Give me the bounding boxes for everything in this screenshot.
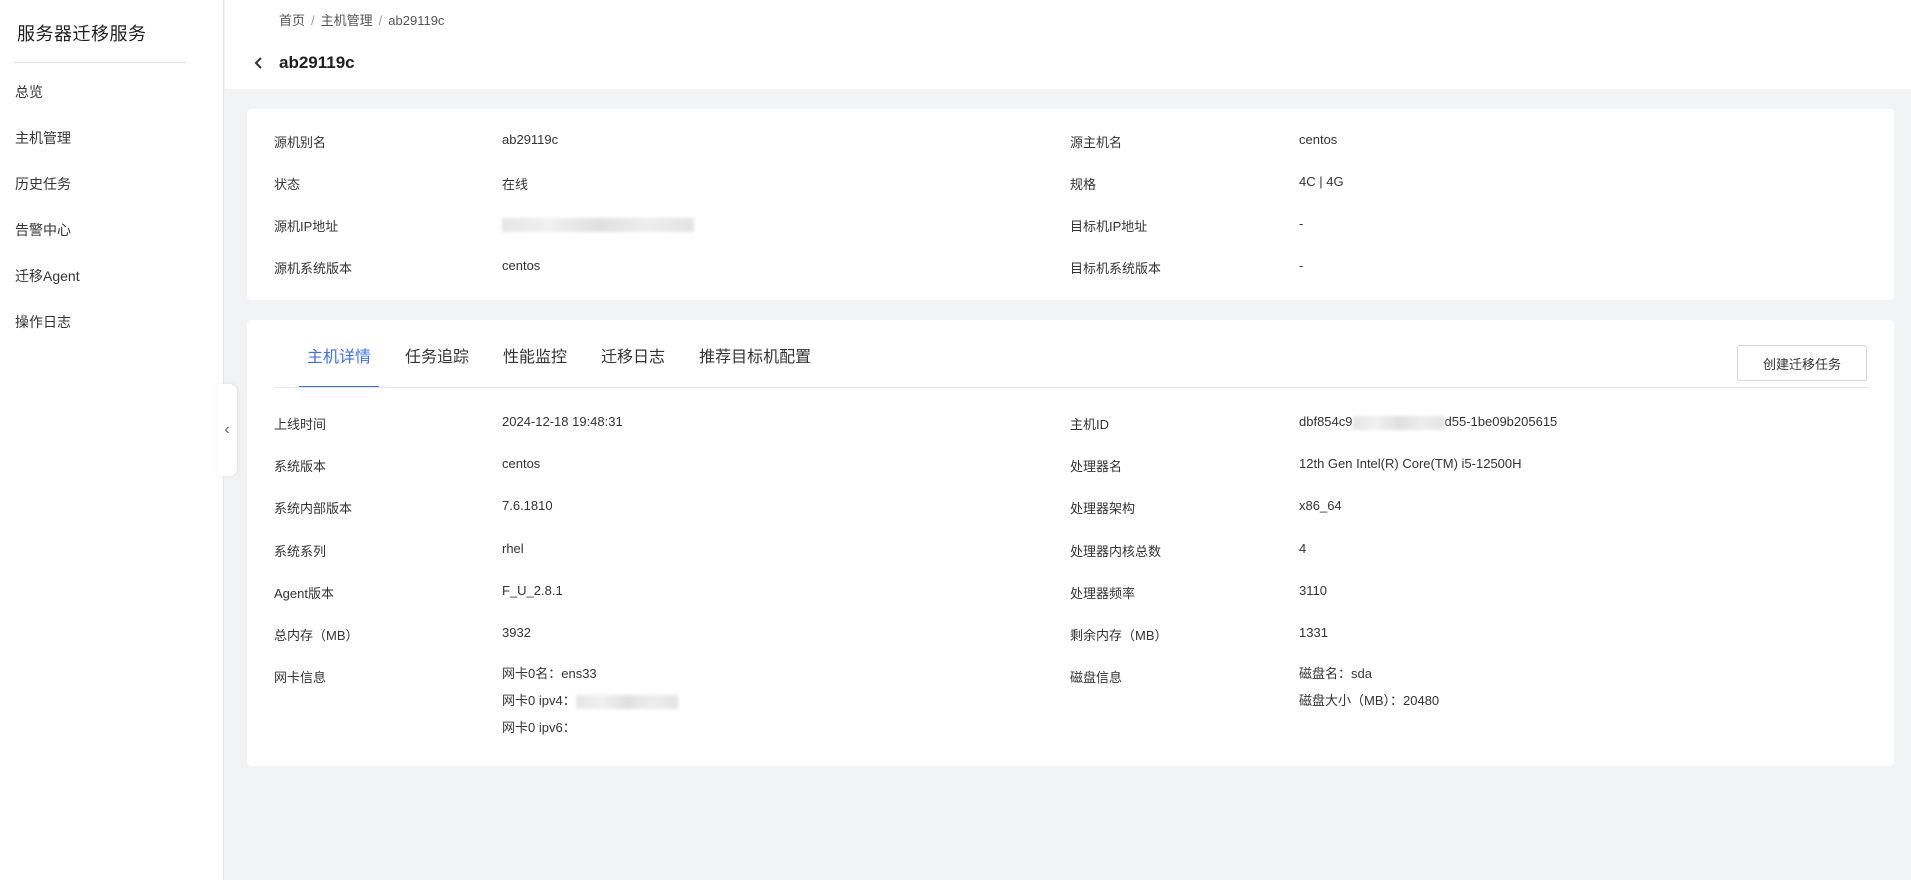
- disk-size-line: 磁盘大小（MB）：20480: [1299, 693, 1440, 708]
- source-alias-value: ab29119c: [502, 132, 559, 147]
- host-id-value: dbf854c9 d55-1be09b205615: [1299, 414, 1557, 430]
- os-family-value: rhel: [502, 541, 524, 556]
- host-id-suffix: d55-1be09b205615: [1444, 414, 1558, 429]
- tab-bar: 主机详情 任务追踪 性能监控 迁移日志 推荐目标机配置: [299, 348, 837, 388]
- host-id-prefix: dbf854c9: [1299, 414, 1353, 429]
- sidebar-collapse-button[interactable]: ‹: [217, 384, 237, 476]
- os-internal-version-value: 7.6.1810: [502, 498, 553, 513]
- basic-info-card: 源机别名 ab29119c 源主机名 centos 状态 在线 规格 4C | …: [247, 109, 1894, 300]
- breadcrumb-home[interactable]: 首页: [279, 13, 305, 28]
- nic-ipv6-line: 网卡0 ipv6：: [502, 720, 576, 735]
- spec-value: 4C | 4G: [1299, 174, 1344, 189]
- tab-migration-log[interactable]: 迁移日志: [593, 348, 673, 388]
- cpu-arch-value: x86_64: [1299, 498, 1342, 513]
- redacted-ip: [502, 217, 694, 232]
- tab-divider: [274, 387, 1869, 388]
- back-button[interactable]: [251, 52, 269, 74]
- tab-host-details[interactable]: 主机详情: [299, 348, 380, 388]
- free-memory-value: 1331: [1299, 625, 1328, 640]
- source-os-label: 源机系统版本: [274, 261, 353, 276]
- agent-version-value: F_U_2.8.1: [502, 583, 563, 598]
- cpu-freq-label: 处理器频率: [1070, 586, 1136, 601]
- source-alias-label: 源机别名: [274, 135, 327, 150]
- redacted-host-id: [1352, 415, 1445, 430]
- total-memory-value: 3932: [502, 625, 531, 640]
- online-time-label: 上线时间: [274, 417, 327, 432]
- chevron-left-icon: ‹: [224, 421, 230, 438]
- breadcrumb: 首页 / 主机管理 / ab29119c: [279, 10, 444, 29]
- disk-name-line: 磁盘名：sda: [1299, 666, 1372, 681]
- nic-name-line: 网卡0名：ens33: [502, 666, 597, 681]
- source-ip-label: 源机IP地址: [274, 219, 339, 234]
- nic-ipv4-label: 网卡0 ipv4：: [502, 693, 576, 708]
- page-title: ab29119c: [279, 53, 355, 72]
- tab-task-tracking[interactable]: 任务追踪: [397, 348, 477, 388]
- cpu-freq-value: 3110: [1299, 583, 1327, 598]
- sidebar-divider: [14, 62, 186, 63]
- source-hostname-label: 源主机名: [1070, 135, 1123, 150]
- os-version-value: centos: [502, 456, 541, 471]
- status-label: 状态: [274, 177, 301, 192]
- sidebar-item-migration-agent[interactable]: 迁移Agent: [15, 264, 80, 310]
- target-ip-value: -: [1299, 216, 1304, 231]
- app-title: 服务器迁移服务: [17, 24, 147, 44]
- breadcrumb-separator: /: [311, 13, 315, 28]
- target-os-label: 目标机系统版本: [1070, 261, 1162, 276]
- page-header: 首页 / 主机管理 / ab29119c ab29119c: [225, 0, 1911, 89]
- nic-info-value: 网卡0名：ens33 网卡0 ipv4： 网卡0 ipv6：: [502, 660, 678, 741]
- disk-info-value: 磁盘名：sda 磁盘大小（MB）：20480: [1299, 660, 1439, 714]
- sidebar-item-alarm-center[interactable]: 告警中心: [15, 218, 80, 264]
- nic-info-label: 网卡信息: [274, 670, 327, 685]
- cpu-cores-value: 4: [1299, 541, 1307, 556]
- host-detail-card: 主机详情 任务追踪 性能监控 迁移日志 推荐目标机配置 创建迁移任务 上线时间 …: [247, 320, 1894, 766]
- create-migration-task-button[interactable]: 创建迁移任务: [1737, 345, 1867, 381]
- agent-version-label: Agent版本: [274, 586, 334, 601]
- tab-recommended-target-config[interactable]: 推荐目标机配置: [691, 348, 819, 388]
- status-value: 在线: [502, 177, 529, 192]
- nic-ipv4-line: 网卡0 ipv4：: [502, 687, 678, 714]
- chevron-left-icon: [254, 57, 262, 69]
- breadcrumb-current: ab29119c: [388, 13, 445, 28]
- host-id-label: 主机ID: [1070, 417, 1110, 432]
- sidebar: 服务器迁移服务 总览 主机管理 历史任务 告警中心 迁移Agent 操作日志: [0, 0, 224, 880]
- sidebar-item-operation-log[interactable]: 操作日志: [15, 310, 80, 356]
- cpu-cores-label: 处理器内核总数: [1070, 544, 1162, 559]
- tab-performance-monitoring[interactable]: 性能监控: [495, 348, 575, 388]
- sidebar-menu: 总览 主机管理 历史任务 告警中心 迁移Agent 操作日志: [15, 80, 80, 356]
- target-ip-label: 目标机IP地址: [1070, 219, 1148, 234]
- os-version-label: 系统版本: [274, 459, 327, 474]
- free-memory-label: 剩余内存（MB）: [1070, 628, 1168, 643]
- redacted-ipv4: [575, 694, 678, 709]
- cpu-arch-label: 处理器架构: [1070, 501, 1136, 516]
- source-os-value: centos: [502, 258, 541, 273]
- disk-info-label: 磁盘信息: [1070, 670, 1123, 685]
- total-memory-label: 总内存（MB）: [274, 628, 359, 643]
- sidebar-item-host-management[interactable]: 主机管理: [15, 126, 80, 172]
- os-family-label: 系统系列: [274, 544, 327, 559]
- breadcrumb-host-management[interactable]: 主机管理: [321, 13, 373, 28]
- target-os-value: -: [1299, 258, 1304, 273]
- source-hostname-value: centos: [1299, 132, 1338, 147]
- cpu-name-label: 处理器名: [1070, 459, 1123, 474]
- sidebar-item-overview[interactable]: 总览: [15, 80, 80, 126]
- breadcrumb-separator: /: [378, 13, 383, 28]
- cpu-name-value: 12th Gen Intel(R) Core(TM) i5-12500H: [1299, 456, 1522, 471]
- spec-label: 规格: [1070, 177, 1097, 192]
- source-ip-value: [502, 216, 694, 232]
- online-time-value: 2024-12-18 19:48:31: [502, 414, 623, 429]
- sidebar-item-history-tasks[interactable]: 历史任务: [15, 172, 80, 218]
- os-internal-version-label: 系统内部版本: [274, 501, 353, 516]
